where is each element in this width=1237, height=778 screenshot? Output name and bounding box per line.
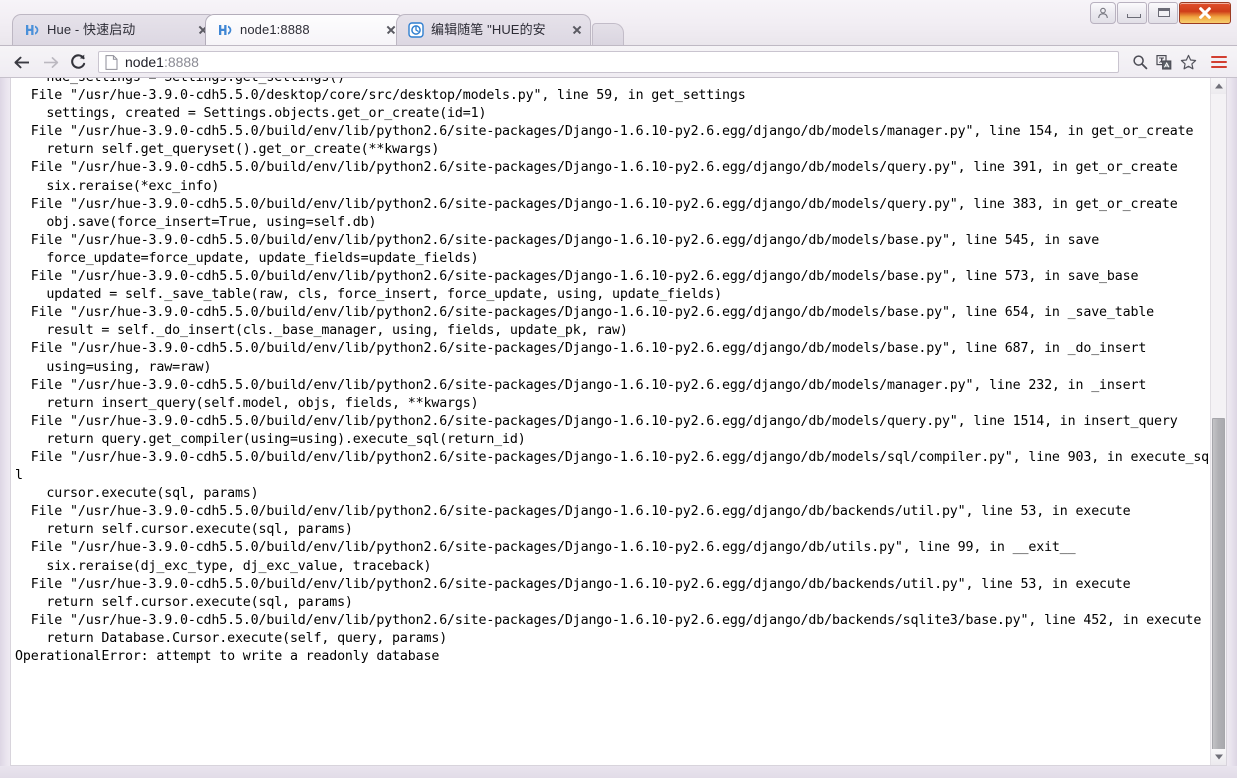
page-content-area: hue_settings = Settings.get_settings() F…	[11, 78, 1211, 765]
forward-button[interactable]	[36, 48, 64, 76]
window-left-border	[0, 78, 10, 778]
scroll-down-arrow-icon	[1214, 754, 1223, 760]
hue-icon	[26, 25, 39, 35]
forward-arrow-icon	[43, 56, 58, 68]
tab-title: 编辑随笔 "HUE的安	[431, 22, 546, 37]
window-caption-buttons	[1089, 2, 1231, 28]
translate-icon	[1156, 55, 1172, 70]
close-button[interactable]	[1179, 2, 1231, 24]
address-bar[interactable]: node1:8888	[98, 51, 1119, 73]
tab-strip: Hue - 快速启动 node1:8888 编辑随笔 "HUE的安	[0, 0, 1237, 46]
scroll-up-arrow-icon	[1214, 83, 1223, 89]
zoom-magnifier-button[interactable]	[1129, 51, 1151, 73]
tab-blog-editor[interactable]: 编辑随笔 "HUE的安	[396, 14, 591, 46]
window-right-border	[1227, 78, 1237, 778]
tab-title: node1:8888	[240, 22, 310, 37]
scroll-up-arrow[interactable]	[1211, 78, 1226, 94]
browser-menu-button[interactable]	[1207, 50, 1231, 74]
maximize-icon	[1158, 8, 1170, 17]
reload-button[interactable]	[64, 48, 92, 76]
tab-node1-8888[interactable]: node1:8888	[205, 14, 405, 46]
page-viewport: hue_settings = Settings.get_settings() F…	[10, 78, 1227, 766]
new-tab-button[interactable]	[592, 23, 624, 45]
minimize-icon	[1127, 14, 1141, 18]
hamburger-menu-icon	[1211, 61, 1227, 63]
star-icon	[1180, 54, 1196, 69]
back-button[interactable]	[8, 48, 36, 76]
toolbar-right-group	[1127, 50, 1237, 74]
page-document-icon	[105, 54, 118, 70]
scrollbar-thumb[interactable]	[1212, 418, 1225, 755]
magnifier-icon	[1133, 55, 1148, 70]
url-host: node1	[125, 54, 164, 70]
tab-hue-quickstart[interactable]: Hue - 快速启动	[12, 14, 217, 46]
back-arrow-icon	[13, 56, 29, 68]
browser-toolbar: node1:8888	[0, 46, 1237, 78]
vertical-scrollbar[interactable]	[1210, 78, 1226, 765]
window-bottom-border	[0, 766, 1237, 778]
browser-window: Hue - 快速启动 node1:8888 编辑随笔 "HUE的安 node1:…	[0, 0, 1237, 778]
blog-icon	[408, 22, 424, 38]
tab-title: Hue - 快速启动	[47, 22, 136, 37]
hamburger-menu-icon	[1211, 66, 1227, 68]
reload-icon	[71, 54, 86, 69]
user-icon	[1098, 7, 1108, 19]
maximize-button[interactable]	[1148, 2, 1178, 24]
python-traceback-text: hue_settings = Settings.get_settings() F…	[15, 78, 1210, 664]
close-x-icon	[1198, 6, 1213, 21]
hamburger-menu-icon	[1211, 56, 1227, 58]
translate-button[interactable]	[1153, 51, 1175, 73]
bookmark-button[interactable]	[1177, 51, 1199, 73]
minimize-button[interactable]	[1117, 2, 1147, 24]
user-account-button[interactable]	[1090, 2, 1116, 24]
tab-close-icon[interactable]	[569, 22, 585, 38]
scroll-down-arrow[interactable]	[1211, 749, 1226, 765]
url-text: node1:8888	[125, 54, 199, 70]
url-port: :8888	[163, 54, 199, 70]
hue-icon	[219, 25, 232, 35]
